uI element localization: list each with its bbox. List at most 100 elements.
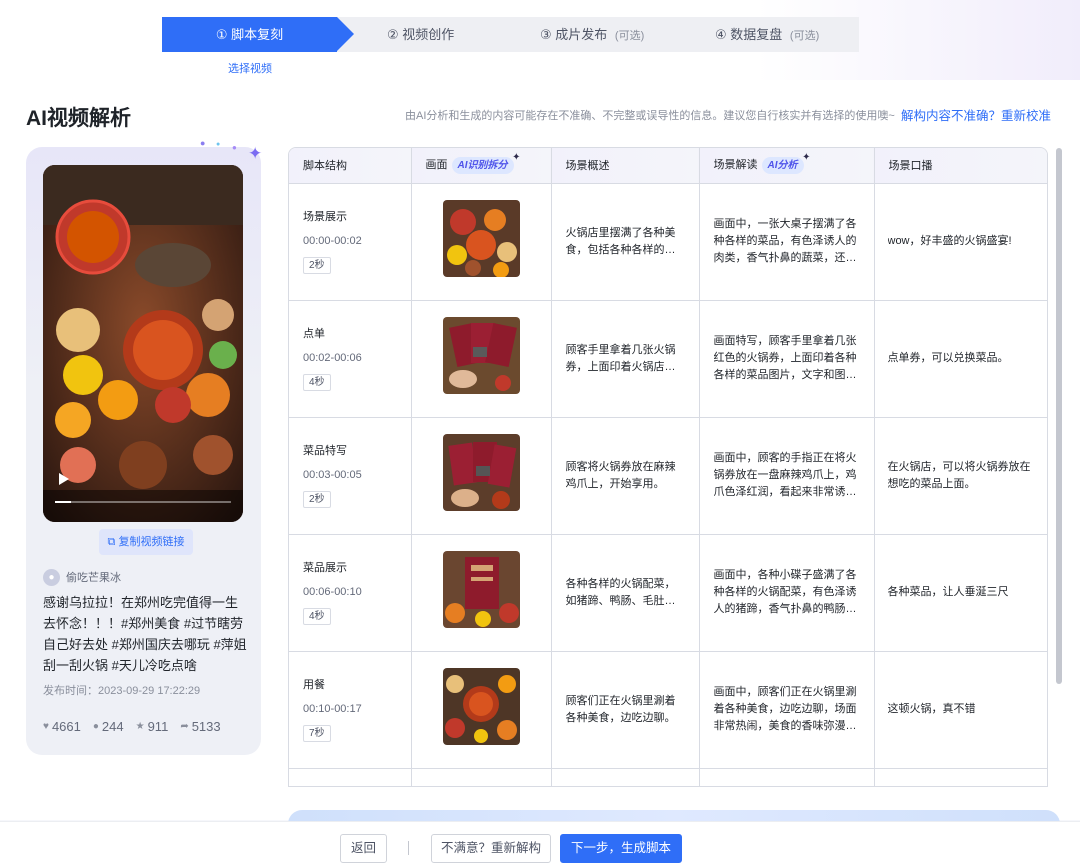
col-interpretation-label: 场景解读 <box>713 159 758 172</box>
recalibrate-link[interactable]: 解构内容不准确？重新校准 <box>901 105 1051 124</box>
frame-thumbnail[interactable] <box>442 668 520 745</box>
step-active-arrow <box>337 17 354 51</box>
scene-interpretation: 画面中，顾客们正在火锅里涮着各种美食，边吃边聊，场面非常热闹，美食的香味弥漫在空… <box>713 686 857 732</box>
col-voiceover: 场景口播 <box>874 148 1047 184</box>
footer-divider <box>408 841 409 855</box>
scene-summary: 各种各样的火锅配菜，如猪蹄、鸭肠、毛肚等等。 <box>565 577 676 607</box>
main-panel: AI视频解析 由AI分析和生成的内容可能存在不准确、不完整或误导性的信息。建议您… <box>0 80 1080 820</box>
scene-summary: 火锅店里摆满了各种美食，包括各种各样的菜品和火锅。 <box>565 226 676 256</box>
copy-icon: ⧉ <box>107 536 116 548</box>
ai-analysis-tag: AI分析 ✦ <box>761 152 811 175</box>
voiceover-cell <box>874 768 1047 786</box>
redo-analysis-button[interactable]: 不满意？重新解构 <box>431 834 551 863</box>
interpretation-cell: 画面中，一张大桌子摆满了各种各样的菜品，有色泽诱人的肉类，香气扑鼻的蔬菜，还有热… <box>699 183 875 301</box>
scene-voiceover: 点单券，可以兑换菜品。 <box>887 352 1009 364</box>
segment-time: 00:00-00:02 <box>303 235 362 247</box>
ai-analysis-tag-label: AI分析 <box>767 160 798 172</box>
segment-time: 00:06-00:10 <box>303 586 362 598</box>
copy-link-label: 复制视频链接 <box>118 536 185 548</box>
sparkle-icon: ● <box>232 143 237 152</box>
frame-cell <box>411 651 552 769</box>
frame-cell <box>411 417 552 535</box>
segment-cell: 点单 00:02-00:06 4秒 <box>289 300 412 418</box>
favorites-stat: ★ 911 <box>136 719 169 734</box>
segment-name: 场景展示 <box>303 211 347 223</box>
step-publish[interactable]: ③ 成片发布 (可选) <box>540 17 644 52</box>
shares-count: 5133 <box>191 719 221 734</box>
scene-summary: 顾客将火锅券放在麻辣鸡爪上，开始享用。 <box>565 460 676 490</box>
col-interpretation: 场景解读 AI分析 ✦ <box>699 148 875 184</box>
table-scrollbar[interactable] <box>1056 148 1062 684</box>
table-row: 点单 00:02-00:06 4秒 顾客手里拿着几张火锅券，上面印着火锅店的名字… <box>289 300 1047 418</box>
segment-duration: 2秒 <box>303 491 331 508</box>
table-header-row: 脚本结构 画面 AI识别拆分 ✦ 场景概述 场景解读 AI分析 ✦ 场景口播 <box>289 148 1047 184</box>
scene-summary: 顾客手里拿着几张火锅券，上面印着火锅店的名字和优惠。 <box>565 343 676 373</box>
step-script-copy[interactable]: ① 脚本复刻 <box>162 17 337 52</box>
step-data-review[interactable]: ④ 数据复盘 (可选) <box>715 17 819 52</box>
star-icon: ★ <box>135 721 145 732</box>
scene-voiceover: 在火锅店，可以将火锅券放在想吃的菜品上面。 <box>887 460 1031 490</box>
segment-cell <box>289 768 412 786</box>
scene-voiceover: 这顿火锅，真不错 <box>887 703 976 715</box>
video-frame <box>43 165 243 522</box>
summary-cell: 各种各样的火锅配菜，如猪蹄、鸭肠、毛肚等等。 <box>551 534 700 652</box>
copy-video-link-button[interactable]: ⧉ 复制视频链接 <box>99 529 193 555</box>
frame-thumbnail[interactable] <box>442 551 520 628</box>
interpretation-cell: 画面中，顾客们正在火锅里涮着各种美食，边吃边聊，场面非常热闹，美食的香味弥漫在空… <box>699 651 875 769</box>
segment-cell: 场景展示 00:00-00:02 2秒 <box>289 183 412 301</box>
likes-count: 4661 <box>51 719 81 734</box>
top-stepper-area: ① 脚本复刻 ② 视频创作 ③ 成片发布 (可选) ④ 数据复盘 (可选) 选择… <box>0 0 1080 80</box>
summary-cell: 顾客们正在火锅里涮着各种美食，边吃边聊。 <box>551 651 700 769</box>
table-row: 用餐 00:10-00:17 7秒 顾客们正在火锅里涮着各种美食，边吃边聊。 画… <box>289 651 1047 769</box>
table-row: 菜品展示 00:06-00:10 4秒 各种各样的火锅配菜，如猪蹄、鸭肠、毛肚等… <box>289 534 1047 652</box>
segment-time: 00:10-00:17 <box>303 703 362 715</box>
favorites-count: 911 <box>147 719 169 734</box>
step-video-create[interactable]: ② 视频创作 <box>387 17 454 52</box>
next-generate-script-button[interactable]: 下一步，生成脚本 <box>560 834 682 863</box>
segment-time: 00:02-00:06 <box>303 352 362 364</box>
heart-icon: ♥ <box>43 721 49 732</box>
stepper: ① 脚本复刻 ② 视频创作 ③ 成片发布 (可选) ④ 数据复盘 (可选) <box>162 17 859 52</box>
sparkle-icon: ✦ <box>248 144 263 163</box>
summary-cell: 顾客将火锅券放在麻辣鸡爪上，开始享用。 <box>551 417 700 535</box>
sparkle-icon: ● <box>216 141 221 148</box>
video-card: ● ● ● ✦ ⧉ 复制视频链接 ● 偷吃芒果冰 感谢乌拉拉！在郑州吃完值得一生… <box>26 138 263 755</box>
avatar-icon: ● <box>43 568 60 586</box>
summary-cell: 火锅店里摆满了各种美食，包括各种各样的菜品和火锅。 <box>551 183 700 301</box>
shares-stat: ➦ 5133 <box>180 719 220 734</box>
voiceover-cell: wow，好丰盛的火锅盛宴! <box>874 183 1047 301</box>
ai-disclaimer: 由AI分析和生成的内容可能存在不准确、不完整或误导性的信息。建议您自行核实并有选… <box>405 110 895 122</box>
summary-cell <box>551 768 700 786</box>
frame-thumbnail[interactable] <box>442 200 520 277</box>
author-row: ● 偷吃芒果冰 <box>43 568 121 586</box>
summary-cell: 顾客手里拿着几张火锅券，上面印着火锅店的名字和优惠。 <box>551 300 700 418</box>
author-name[interactable]: 偷吃芒果冰 <box>66 569 121 585</box>
scene-summary: 顾客们正在火锅里涮着各种美食，边吃边聊。 <box>565 694 676 724</box>
frame-cell <box>411 534 552 652</box>
share-icon: ➦ <box>180 721 189 732</box>
video-player[interactable] <box>43 165 243 522</box>
page-title: AI视频解析 <box>26 107 131 130</box>
scene-interpretation: 画面中，各种小碟子盛满了各种各样的火锅配菜，有色泽诱人的猪蹄，香气扑鼻的鸭肠，还… <box>713 569 857 615</box>
segment-name: 菜品展示 <box>303 562 347 574</box>
sparkle-icon: ✦ <box>802 152 811 164</box>
voiceover-cell: 在火锅店，可以将火锅券放在想吃的菜品上面。 <box>874 417 1047 535</box>
interpretation-cell: 画面中，各种小碟子盛满了各种各样的火锅配菜，有色泽诱人的猪蹄，香气扑鼻的鸭肠，还… <box>699 534 875 652</box>
step-number: ① <box>215 27 228 42</box>
interpretation-cell <box>699 768 875 786</box>
interpretation-cell: 画面特写，顾客手里拿着几张红色的火锅券，上面印着各种各样的菜品图片，文字和图案清… <box>699 300 875 418</box>
segment-cell: 菜品展示 00:06-00:10 4秒 <box>289 534 412 652</box>
back-button[interactable]: 返回 <box>340 834 387 863</box>
segment-name: 点单 <box>303 328 325 340</box>
col-frame-label: 画面 <box>425 159 448 172</box>
scene-interpretation: 画面特写，顾客手里拿着几张红色的火锅券，上面印着各种各样的菜品图片，文字和图案清… <box>713 335 857 381</box>
table-row: 场景展示 00:00-00:02 2秒 火锅店里摆满了各种美食，包括各种各样的菜… <box>289 183 1047 301</box>
segment-cell: 用餐 00:10-00:17 7秒 <box>289 651 412 769</box>
video-description: 感谢乌拉拉！在郑州吃完值得一生去怀念！！！#郑州美食 #过节瞎劳自己好去处 #郑… <box>43 595 247 673</box>
comments-count: 244 <box>101 719 124 734</box>
frame-cell <box>411 768 552 786</box>
frame-thumbnail[interactable] <box>442 317 520 394</box>
frame-thumbnail[interactable] <box>442 434 520 511</box>
scene-interpretation: 画面中，一张大桌子摆满了各种各样的菜品，有色泽诱人的肉类，香气扑鼻的蔬菜，还有热… <box>713 218 857 264</box>
analysis-table: 脚本结构 画面 AI识别拆分 ✦ 场景概述 场景解读 AI分析 ✦ 场景口播 场景展示 … <box>288 147 1048 787</box>
